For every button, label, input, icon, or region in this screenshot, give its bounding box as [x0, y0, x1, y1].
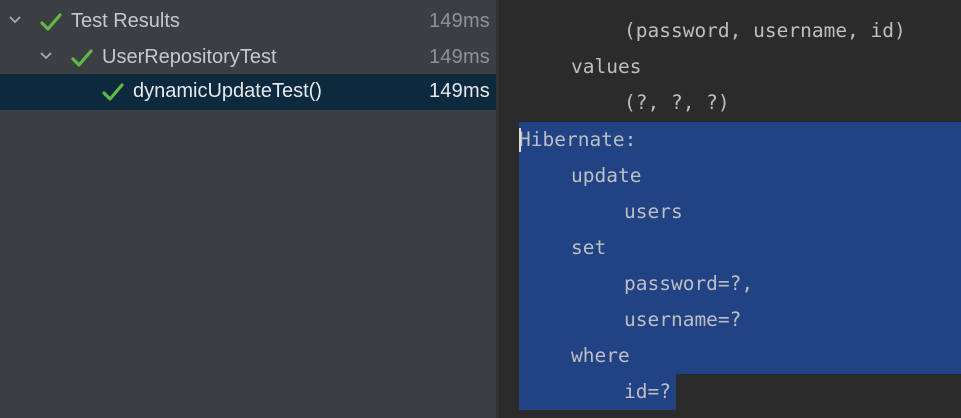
console-line: set — [571, 236, 607, 259]
console-line: Hibernate: — [519, 128, 637, 151]
tree-item-user-repository-test[interactable]: UserRepositoryTest 149ms — [0, 40, 496, 76]
text-caret — [519, 128, 521, 152]
console-line: where — [571, 344, 630, 367]
console-line: (?, ?, ?) — [624, 91, 730, 114]
duration-label: 149ms — [428, 10, 490, 32]
check-icon — [102, 83, 124, 101]
console-line: password=?, — [624, 272, 754, 295]
console-line: id=? — [624, 380, 671, 403]
check-icon — [71, 49, 93, 67]
duration-label: 149ms — [428, 80, 490, 102]
tree-item-label: dynamicUpdateTest() — [133, 80, 322, 102]
console-line: (password, username, id) — [624, 19, 906, 42]
chevron-down-icon[interactable] — [39, 49, 53, 63]
tree-item-test-results[interactable]: Test Results 149ms — [0, 4, 496, 40]
console-line: update — [571, 164, 642, 187]
console-line: values — [571, 55, 642, 78]
tree-item-dynamic-update-test[interactable]: dynamicUpdateTest() 149ms — [0, 74, 496, 110]
tree-item-label: Test Results — [71, 10, 180, 32]
duration-label: 149ms — [428, 46, 490, 68]
console-line: username=? — [624, 308, 742, 331]
console-output[interactable]: (password, username, id) values (?, ?, ?… — [499, 0, 961, 418]
console-line: users — [624, 200, 683, 223]
chevron-down-icon[interactable] — [8, 13, 22, 27]
check-icon — [40, 13, 62, 31]
tree-item-label: UserRepositoryTest — [102, 46, 277, 68]
test-results-panel: Test Results 149ms UserRepositoryTest 14… — [0, 0, 496, 418]
